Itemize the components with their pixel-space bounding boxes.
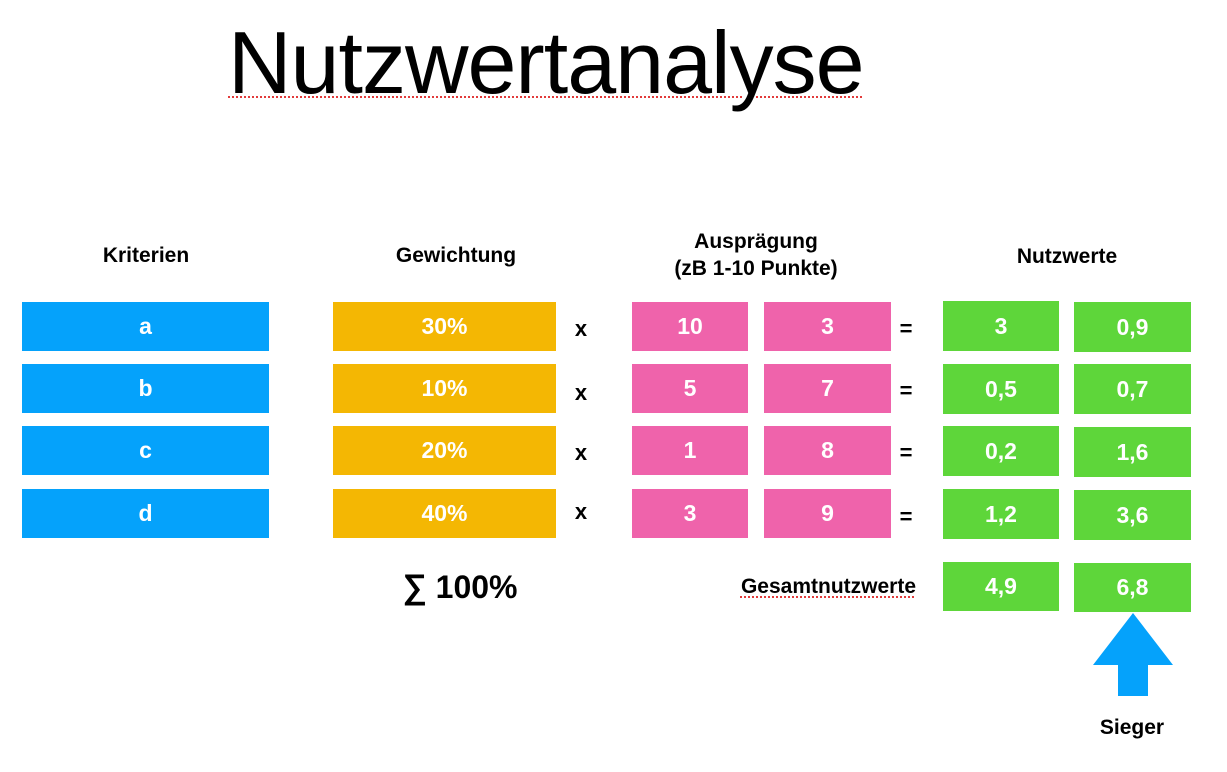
header-kriterien: Kriterien (102, 244, 190, 267)
multiply-sign: x (574, 499, 588, 524)
nutzwert-cell: 0,9 (1074, 302, 1191, 352)
kriterium-cell: a (22, 302, 269, 351)
kriterium-cell: d (22, 489, 269, 538)
gewichtung-cell: 40% (333, 489, 556, 538)
auspraegung-cell: 10 (632, 302, 748, 351)
kriterium-cell: b (22, 364, 269, 413)
arrow-up-icon (1093, 613, 1173, 696)
header-gewichtung: Gewichtung (395, 244, 517, 267)
header-auspraegung: Ausprägung (zB 1-10 Punkte) (636, 228, 876, 282)
auspraegung-cell: 5 (632, 364, 748, 413)
multiply-sign: x (574, 316, 588, 341)
multiply-sign: x (574, 440, 588, 465)
sigma-icon: ∑ (402, 568, 427, 606)
nutzwert-cell: 0,2 (943, 426, 1059, 476)
equals-sign: = (899, 504, 913, 529)
nutzwert-cell: 1,2 (943, 489, 1059, 539)
nutzwert-cell: 0,5 (943, 364, 1059, 414)
page-title: Nutzwertanalyse (228, 13, 865, 112)
kriterium-cell: c (22, 426, 269, 475)
gewichtung-cell: 30% (333, 302, 556, 351)
gesamtnutzwerte-label: Gesamtnutzwerte (740, 575, 916, 598)
auspraegung-cell: 8 (764, 426, 891, 475)
header-auspraegung-subtitle: (zB 1-10 Punkte) (674, 257, 838, 280)
auspraegung-cell: 9 (764, 489, 891, 538)
nutzwert-cell: 0,7 (1074, 364, 1191, 414)
auspraegung-cell: 3 (632, 489, 748, 538)
winner-label: Sieger (1099, 716, 1165, 739)
weight-sum-value: 100% (435, 569, 518, 605)
auspraegung-cell: 7 (764, 364, 891, 413)
gewichtung-cell: 20% (333, 426, 556, 475)
nutzwert-cell: 3,6 (1074, 490, 1191, 540)
equals-sign: = (899, 378, 913, 403)
header-nutzwerte: Nutzwerte (1016, 245, 1118, 268)
weight-sum: ∑ 100% (380, 566, 540, 608)
gewichtung-cell: 10% (333, 364, 556, 413)
nutzwert-cell: 3 (943, 301, 1059, 351)
equals-sign: = (899, 316, 913, 341)
gesamtnutzwert-cell: 4,9 (943, 562, 1059, 611)
equals-sign: = (899, 440, 913, 465)
nutzwert-cell: 1,6 (1074, 427, 1191, 477)
gesamtnutzwert-winner-cell: 6,8 (1074, 563, 1191, 612)
auspraegung-cell: 1 (632, 426, 748, 475)
auspraegung-cell: 3 (764, 302, 891, 351)
header-auspraegung-title: Ausprägung (694, 230, 818, 253)
multiply-sign: x (574, 380, 588, 405)
